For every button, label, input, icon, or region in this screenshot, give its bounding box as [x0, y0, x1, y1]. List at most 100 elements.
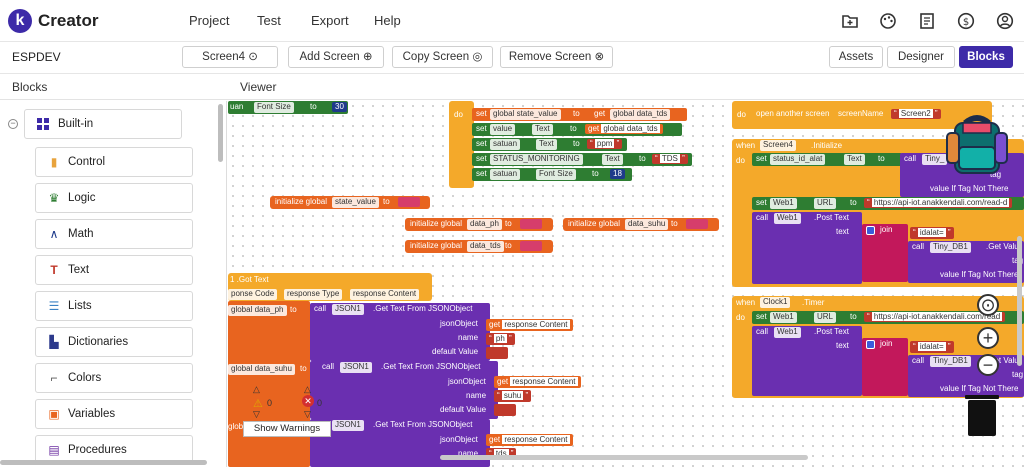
post-text-block[interactable]: call Web1 .Post Text text	[752, 326, 862, 396]
down-arrow-icon[interactable]: ▽	[253, 409, 260, 420]
component-dropdown[interactable]: Web1	[774, 327, 801, 338]
up-arrow-icon[interactable]: △	[304, 384, 311, 395]
component-dropdown[interactable]: Web1	[774, 213, 801, 224]
component-dropdown[interactable]: Web1	[770, 198, 797, 209]
component-dropdown[interactable]: JSON1	[332, 420, 364, 431]
component-dropdown[interactable]: STATUS_MONITORING	[490, 154, 583, 165]
string-block[interactable]: “ https://api-iot.anakkendali.com/read-d	[864, 198, 1013, 208]
json-call-block[interactable]: call JSON1 .Get Text From JSONObject jso…	[310, 361, 498, 419]
join-block[interactable]: join	[862, 224, 908, 282]
account-icon[interactable]	[996, 12, 1014, 30]
menu-help[interactable]: Help	[374, 13, 401, 28]
json-call-block[interactable]: call JSON1 .Get Text From JSONObject jso…	[310, 303, 490, 361]
get-block[interactable]: get response Content	[486, 434, 573, 446]
component-dropdown[interactable]: JSON1	[340, 362, 372, 373]
component-dropdown[interactable]: value	[490, 124, 516, 135]
workspace-hscrollbar[interactable]	[440, 455, 808, 460]
string-block[interactable]	[520, 219, 542, 229]
init-global-block[interactable]: initialize global state_value to	[270, 196, 430, 209]
join-block[interactable]: join	[862, 338, 908, 396]
string-block[interactable]: “ Screen2 ”	[891, 109, 941, 119]
string-block[interactable]: “ TDS ”	[652, 154, 688, 164]
string-value[interactable]: idalat=	[917, 342, 946, 351]
backpack-icon[interactable]	[945, 113, 1009, 175]
component-dropdown[interactable]: Tiny_DB1	[930, 356, 971, 367]
string-block[interactable]: “ ph ”	[486, 333, 515, 345]
property-dropdown[interactable]: Text	[536, 139, 557, 150]
blocks-panel-hscrollbar[interactable]	[0, 460, 207, 465]
variable-dropdown[interactable]: global data_ph	[228, 305, 287, 316]
zoom-out-button[interactable]: −	[977, 354, 999, 376]
init-global-block[interactable]: initialize global data_tds to	[405, 240, 553, 253]
init-global-block[interactable]: initialize global data_suhu to	[563, 218, 719, 231]
init-global-block[interactable]: initialize global data_ph to	[405, 218, 553, 231]
gear-icon[interactable]	[866, 340, 875, 349]
variable-name[interactable]: data_suhu	[625, 219, 669, 230]
blocks-button[interactable]: Blocks	[959, 46, 1013, 68]
property-dropdown[interactable]: Font Size	[536, 169, 576, 180]
menu-export[interactable]: Export	[311, 13, 349, 28]
category-math[interactable]: ∧ Math	[35, 219, 193, 249]
string-block[interactable]: “ suhu ”	[494, 390, 532, 402]
app-logo[interactable]: k	[8, 9, 32, 33]
set-text-block[interactable]: set value Text to get global data_tds	[472, 123, 682, 136]
menu-test[interactable]: Test	[257, 13, 281, 28]
param-dropdown[interactable]: response Content	[510, 377, 578, 386]
variable-dropdown[interactable]: global data_tds	[601, 124, 660, 133]
variable-name[interactable]: state_value	[332, 197, 379, 208]
variable-dropdown[interactable]: global state_value	[490, 109, 561, 120]
get-block[interactable]: get global data_tds	[585, 124, 663, 134]
tinydb-call-block[interactable]: call Tiny_DB1 .Get Valu tag value If Tag…	[908, 355, 1024, 397]
component-dropdown[interactable]: Web1	[770, 312, 797, 323]
number-block[interactable]: 18	[610, 169, 625, 179]
builtin-tree-item[interactable]: Built-in	[24, 109, 182, 139]
param-dropdown[interactable]: response Content	[502, 320, 570, 329]
set-global-block[interactable]: global data_suhu to	[228, 363, 318, 376]
collapse-icon[interactable]: −	[8, 119, 18, 129]
component-dropdown[interactable]: Screen4	[760, 140, 796, 151]
component-dropdown[interactable]: Tiny_	[922, 154, 948, 165]
trash-icon[interactable]	[965, 395, 999, 436]
palette-icon[interactable]	[879, 12, 897, 30]
set-fontsize-block[interactable]: uan Font Size to 30	[228, 101, 348, 114]
set-global-block[interactable]: set global state_value to get global dat…	[472, 108, 687, 121]
remove-screen-button[interactable]: Remove Screen ⊗	[500, 46, 613, 68]
add-screen-button[interactable]: Add Screen ⊕	[288, 46, 384, 68]
workspace-vscrollbar[interactable]	[1017, 236, 1022, 366]
number-block[interactable]: 30	[332, 102, 347, 112]
assets-button[interactable]: Assets	[829, 46, 883, 68]
string-value[interactable]: TDS	[659, 154, 680, 163]
param-pill[interactable]: response Content	[350, 289, 420, 300]
category-logic[interactable]: ♛ Logic	[35, 183, 193, 213]
string-value[interactable]: ppm	[594, 139, 615, 148]
property-dropdown[interactable]: Font Size	[254, 102, 294, 113]
category-lists[interactable]: ☰ Lists	[35, 291, 193, 321]
recenter-button[interactable]: ⊙	[977, 294, 999, 316]
variable-name[interactable]: data_tds	[467, 241, 504, 252]
variable-name[interactable]: data_ph	[467, 219, 502, 230]
variable-dropdown[interactable]: global data_suhu	[228, 364, 295, 375]
component-dropdown[interactable]: satuan	[490, 169, 521, 180]
category-dictionaries[interactable]: ▙ Dictionaries	[35, 327, 193, 357]
set-text-block[interactable]: set status_id_alat Text to	[752, 153, 902, 166]
param-pill[interactable]: ponse Code	[228, 289, 278, 300]
string-value[interactable]: suhu	[501, 391, 524, 400]
set-text-block[interactable]: set satuan Text to “ ppm ”	[472, 138, 627, 151]
category-control[interactable]: ▮ Control	[35, 147, 193, 177]
folder-add-icon[interactable]	[841, 12, 859, 30]
show-warnings-button[interactable]: Show Warnings	[243, 421, 331, 437]
screen-select[interactable]: Screen4 ⊙	[182, 46, 278, 68]
string-block[interactable]	[486, 347, 508, 359]
open-screen-block[interactable]: open another screen screenName “ Screen2…	[753, 108, 963, 121]
component-dropdown[interactable]: status_id_alat	[770, 154, 826, 165]
component-dropdown[interactable]: Clock1	[760, 297, 791, 308]
property-dropdown[interactable]: Text	[602, 154, 623, 165]
string-block[interactable]: “ idalat= ”	[910, 341, 954, 353]
property-dropdown[interactable]: URL	[814, 312, 837, 323]
property-dropdown[interactable]: Text	[844, 154, 865, 165]
param-pill[interactable]: response Type	[284, 289, 343, 300]
web-gottext-event[interactable]: 1 .Got Text ponse Code response Type res…	[228, 273, 432, 301]
dollar-icon[interactable]: $	[957, 12, 975, 30]
string-block[interactable]	[398, 197, 420, 207]
param-dropdown[interactable]: response Content	[502, 435, 570, 444]
